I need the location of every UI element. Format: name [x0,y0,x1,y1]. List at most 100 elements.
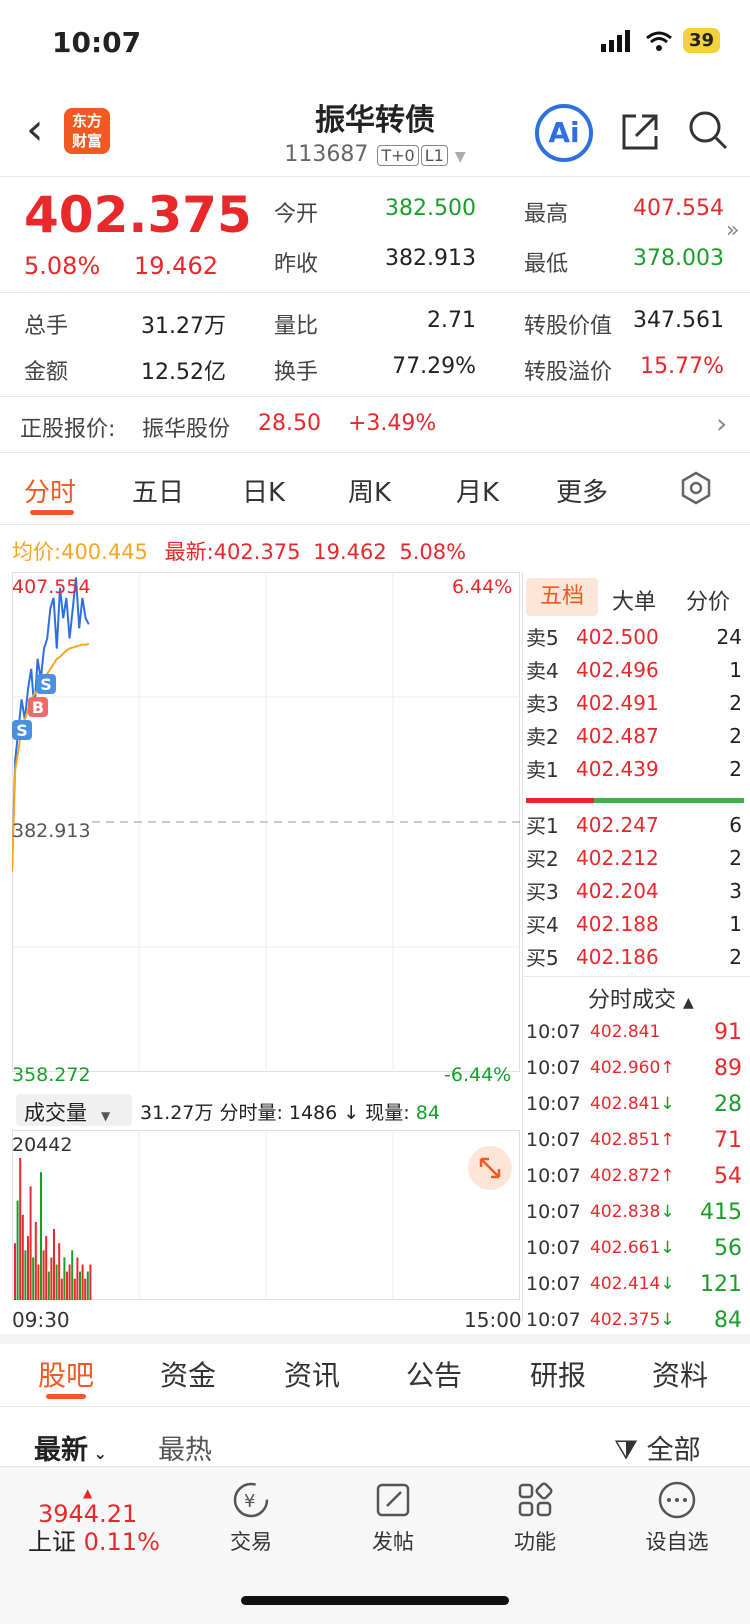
trade-marker-label: S [40,675,52,694]
level-tag: L1 [420,145,448,166]
tab-notices[interactable]: 公告 [406,1354,462,1394]
volume-bar [47,1271,50,1300]
expand-chart-icon[interactable] [468,1146,512,1190]
tab-five-day[interactable]: 五日 [132,472,184,509]
settings-icon[interactable] [678,470,714,506]
dock-trade[interactable]: ¥ 交易 [196,1480,306,1556]
bid-row: 买4 402.188 1 [526,911,742,938]
battery-indicator: 39 [682,28,720,53]
tab-research[interactable]: 研报 [530,1354,586,1394]
signal-icon [600,29,630,52]
trade-row: 10:07 402.838↓ 415 [526,1199,742,1225]
ask-row: 卖5 402.500 24 [526,624,742,651]
bid-ratio-bar [594,798,744,803]
underlying-name: 振华股份 [142,417,231,442]
tab-daily-k[interactable]: 日K [242,472,285,509]
trade-row: 10:07 402.841↓ 28 [526,1091,742,1117]
dropdown-icon[interactable]: ▼ [455,149,466,165]
status-time: 10:07 [52,26,142,59]
dock-functions[interactable]: 功能 [480,1480,590,1556]
ask-row: 卖1 402.439 2 [526,756,742,783]
underlying-row[interactable]: 正股报价: 振华股份 28.50 +3.49% › [0,397,750,451]
volume-bar [76,1257,79,1300]
sort-latest[interactable]: 最新 ⌄ [34,1428,107,1467]
volume-bar [63,1257,66,1300]
volume-bar [60,1278,63,1300]
x-end-label: 15:00 [464,1308,522,1332]
premium-label: 转股溢价 [524,360,613,385]
volume-bar [16,1200,19,1300]
tab-profile[interactable]: 资料 [652,1354,708,1394]
volume-bar [71,1250,74,1300]
tab-underline [30,510,74,515]
bid-row: 买3 402.204 3 [526,878,742,905]
filter-button[interactable]: ⧩ 全部 [614,1428,701,1467]
volume-bar [14,1243,16,1300]
chart-info: 均价:400.445 最新:402.375 19.462 5.08% [12,540,467,564]
volume-chart[interactable] [12,1130,520,1304]
volume-bar [58,1243,61,1300]
t0-tag: T+0 [377,145,419,166]
volume-bar [79,1271,81,1300]
forum-underline [46,1394,86,1399]
volume-bar [86,1271,89,1300]
search-icon[interactable] [686,108,730,152]
apps-icon [518,1482,553,1517]
x-start-label: 09:30 [12,1308,70,1332]
ask-ratio-bar [526,798,594,803]
indicator-selector[interactable]: 成交量 ▼ [16,1094,132,1126]
volume-bar [66,1271,68,1300]
premium-value: 15.77% [640,354,724,379]
dock-add-watchlist[interactable]: 设自选 [622,1480,732,1556]
home-indicator [241,1596,509,1605]
bid-row: 买2 402.212 2 [526,845,742,872]
dock-post[interactable]: 发帖 [338,1480,448,1556]
last-price: 402.375 [24,186,252,244]
low-value: 378.003 [633,246,724,271]
tab-five-level[interactable]: 五档 [526,578,598,616]
status-icons: 39 [600,28,720,53]
volume-max-label: 20442 [12,1134,73,1156]
ask-row: 卖3 402.491 2 [526,690,742,717]
prev-close-value: 382.913 [385,246,476,271]
expand-right-icon[interactable]: » [726,218,739,243]
tab-monthly-k[interactable]: 月K [456,472,499,509]
change-percent: 5.08% [24,252,101,280]
volume-bar [29,1186,32,1300]
volume-bar [37,1264,40,1300]
sort-hot[interactable]: 最热 [158,1428,212,1467]
high-label: 最高 [524,202,569,227]
tab-big-orders[interactable]: 大单 [612,584,656,616]
volume-bar [45,1236,48,1300]
y-mid-label: 382.913 [12,820,91,842]
trade-row: 10:07 402.960↑ 89 [526,1055,742,1081]
ai-button[interactable]: Ai [535,104,593,162]
ask-row: 卖4 402.496 1 [526,657,742,684]
volume-bar [34,1221,37,1300]
tab-forum[interactable]: 股吧 [38,1354,94,1394]
amount-label: 金额 [24,360,69,385]
volume-bar [27,1236,29,1300]
volume-bar [32,1257,35,1300]
y-bottom-label: 358.272 [12,1064,91,1086]
share-icon[interactable] [618,110,662,154]
tab-price-dist[interactable]: 分价 [686,584,730,616]
turnover-value: 77.29% [392,354,476,379]
ratio-value: 2.71 [427,308,476,333]
volume-bar [19,1158,22,1300]
volume-info: 31.27万 分时量: 1486 ↓ 现量: 84 [140,1102,440,1124]
index-info[interactable]: 上证 0.11% [28,1522,160,1557]
edit-icon [376,1483,410,1517]
trade-row: 10:07 402.414↓ 121 [526,1271,742,1297]
tab-funds[interactable]: 资金 [160,1354,216,1394]
tab-more[interactable]: 更多 [556,472,608,509]
volume-bar [50,1257,53,1300]
tab-weekly-k[interactable]: 周K [348,472,391,509]
tab-news[interactable]: 资讯 [284,1354,340,1394]
trade-icon: ¥ [233,1482,269,1518]
trade-row: 10:07 402.375↓ 84 [526,1307,742,1333]
volume-value: 31.27万 [141,314,226,339]
tab-intraday[interactable]: 分时 [24,472,76,509]
trades-title[interactable]: 分时成交 ▲ [588,982,694,1014]
volume-bar [21,1214,24,1300]
